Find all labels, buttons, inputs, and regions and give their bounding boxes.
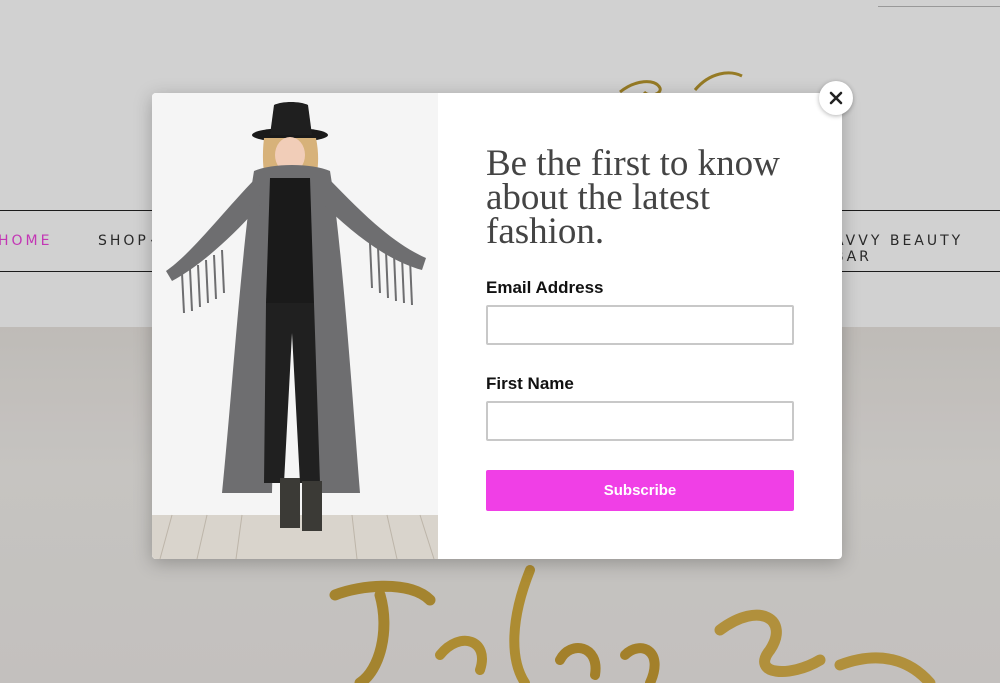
close-icon (829, 91, 843, 105)
email-field[interactable] (486, 305, 794, 345)
first-name-field[interactable] (486, 401, 794, 441)
close-popup-button[interactable] (819, 81, 853, 115)
model-photo (152, 93, 438, 559)
first-name-label: First Name (486, 374, 574, 393)
subscribe-button[interactable]: Subscribe (486, 470, 794, 511)
newsletter-popup: Be the first to know about the latest fa… (152, 93, 842, 559)
email-label: Email Address (486, 278, 604, 297)
popup-headline: Be the first to know about the latest fa… (486, 143, 780, 252)
